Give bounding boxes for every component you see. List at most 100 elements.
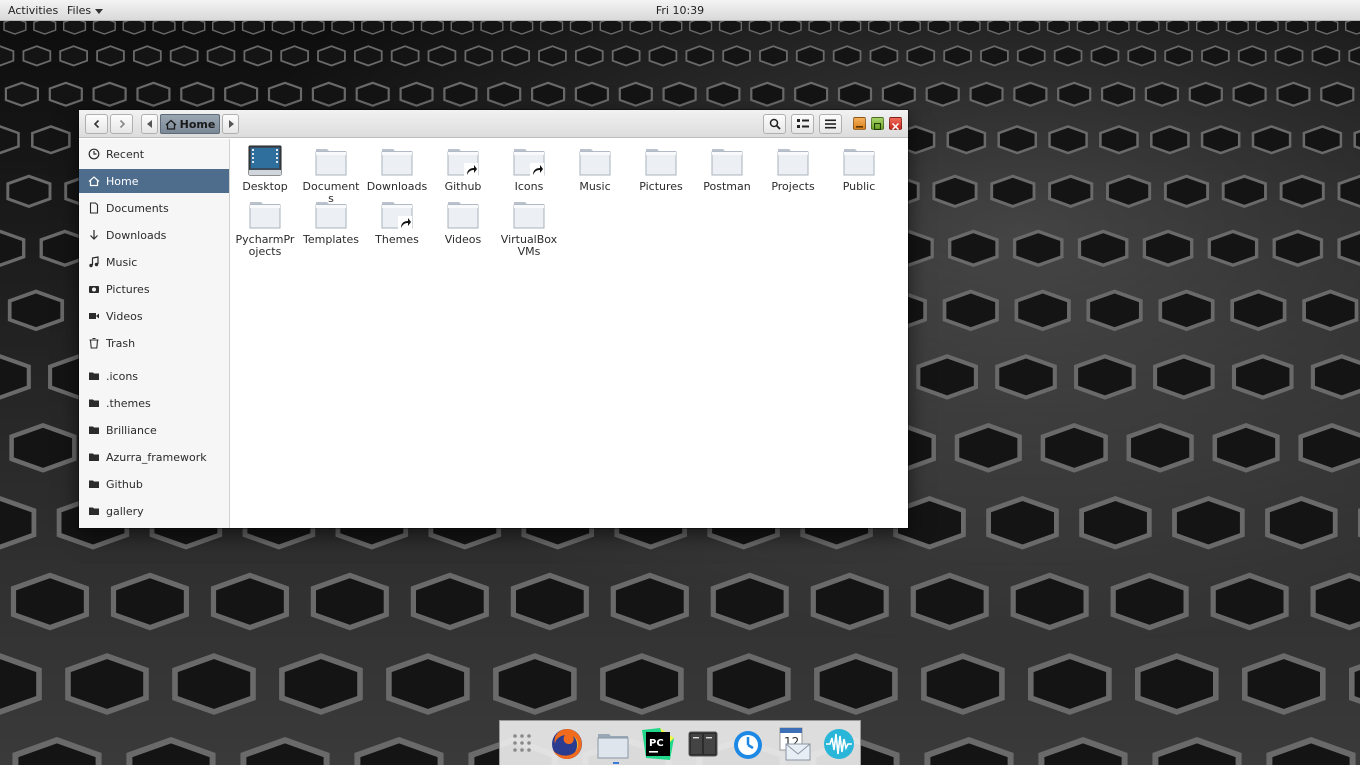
sidebar-item-pictures[interactable]: Pictures: [79, 277, 229, 301]
camera-icon: [88, 283, 100, 295]
minimize-button[interactable]: [853, 117, 866, 130]
sidebar-item-home[interactable]: Home: [79, 169, 229, 193]
folder-icon: [88, 451, 100, 463]
file-label: Icons: [514, 180, 544, 193]
file-item-desktop[interactable]: Desktop: [234, 144, 296, 193]
pycharm-icon[interactable]: PC: [640, 726, 676, 762]
path-scroll-right-button[interactable]: [222, 114, 239, 134]
terminal-icon[interactable]: [685, 726, 721, 762]
file-item-github[interactable]: Github: [432, 144, 494, 193]
sidebar-item-videos[interactable]: Videos: [79, 304, 229, 328]
folder-icon: [88, 478, 100, 490]
sidebar-item-label: Github: [106, 477, 143, 491]
hamburger-icon: [825, 119, 836, 129]
file-item-virtualbox-vms[interactable]: VirtualBox VMs: [498, 197, 560, 258]
timer-icon[interactable]: [730, 726, 766, 762]
sidebar-bookmark-themes[interactable]: .themes: [79, 391, 229, 415]
mail-calendar-icon[interactable]: 12: [776, 726, 812, 762]
maximize-icon: [873, 120, 882, 131]
chevron-left-icon: [93, 119, 99, 129]
file-item-icons[interactable]: Icons: [498, 144, 560, 193]
folder-icon: [446, 197, 480, 231]
folder-icon: [88, 370, 100, 382]
dock: PC 12: [499, 720, 861, 765]
sidebar-item-label: Videos: [106, 309, 143, 323]
file-label: Videos: [444, 233, 482, 246]
file-label: Downloads: [366, 180, 428, 193]
folder-icon: [644, 144, 678, 178]
files-icon[interactable]: [595, 726, 631, 762]
sidebar-item-label: Brilliance: [106, 423, 157, 437]
file-label: PycharmProjects: [235, 233, 295, 258]
sidebar-bookmark-brilliance[interactable]: Brilliance: [79, 418, 229, 442]
file-item-public[interactable]: Public: [828, 144, 890, 193]
music-icon: [88, 256, 100, 268]
audio-icon[interactable]: [821, 726, 857, 762]
search-button[interactable]: [763, 114, 786, 134]
sidebar-item-documents[interactable]: Documents: [79, 196, 229, 220]
sidebar-item-label: .icons: [106, 369, 139, 383]
firefox-icon[interactable]: [549, 726, 585, 762]
file-item-videos[interactable]: Videos: [432, 197, 494, 246]
folder-icon: [842, 144, 876, 178]
folder-link-icon: [512, 144, 546, 178]
apps-grid-icon[interactable]: [505, 726, 541, 762]
folder-link-icon: [380, 197, 414, 231]
breadcrumb-home[interactable]: Home: [160, 114, 220, 134]
sidebar-bookmark-icons[interactable]: .icons: [79, 364, 229, 388]
menu-button[interactable]: [819, 114, 842, 134]
file-label: Github: [444, 180, 482, 193]
list-view-icon: [796, 119, 809, 128]
sidebar-item-downloads[interactable]: Downloads: [79, 223, 229, 247]
file-manager-window: Home Recent Home Documents Downloads Music Pi…: [79, 110, 908, 528]
top-bar: Activities Files Fri 10:39: [0, 0, 1360, 21]
folder-icon: [380, 144, 414, 178]
triangle-left-icon: [146, 120, 152, 128]
forward-button[interactable]: [110, 114, 133, 134]
file-item-postman[interactable]: Postman: [696, 144, 758, 193]
sidebar-item-music[interactable]: Music: [79, 250, 229, 274]
svg-text:PC: PC: [649, 738, 664, 749]
file-label: Templates: [303, 233, 359, 246]
file-item-documents[interactable]: Documents: [300, 144, 362, 205]
clock[interactable]: Fri 10:39: [0, 4, 1360, 17]
search-icon: [769, 118, 781, 130]
sidebar-item-label: Pictures: [106, 282, 150, 296]
sidebar-bookmark-github[interactable]: Github: [79, 472, 229, 496]
sidebar-bookmark-azurra-framework[interactable]: Azurra_framework: [79, 445, 229, 469]
file-item-pycharmprojects[interactable]: PycharmProjects: [234, 197, 296, 258]
back-button[interactable]: [85, 114, 108, 134]
maximize-button[interactable]: [871, 117, 884, 131]
desktop-folder-icon: [248, 144, 282, 178]
close-button[interactable]: [889, 117, 902, 131]
folder-icon: [88, 424, 100, 436]
folder-icon: [314, 144, 348, 178]
sidebar-item-label: Home: [106, 174, 139, 188]
file-item-pictures[interactable]: Pictures: [630, 144, 692, 193]
folder-icon: [88, 505, 100, 517]
file-label: Postman: [703, 180, 751, 193]
minimize-icon: [856, 120, 863, 128]
file-item-templates[interactable]: Templates: [300, 197, 362, 246]
breadcrumb-home-label: Home: [179, 117, 216, 131]
file-item-music[interactable]: Music: [564, 144, 626, 193]
file-item-downloads[interactable]: Downloads: [366, 144, 428, 193]
sidebar-item-trash[interactable]: Trash: [79, 331, 229, 355]
path-scroll-left-button[interactable]: [141, 114, 158, 134]
sidebar-bookmark-gallery[interactable]: gallery: [79, 499, 229, 523]
folder-icon: [314, 197, 348, 231]
folder-link-icon: [446, 144, 480, 178]
file-item-themes[interactable]: Themes: [366, 197, 428, 246]
view-toggle-button[interactable]: [791, 114, 814, 134]
sidebar-item-label: Documents: [106, 201, 169, 215]
video-icon: [88, 310, 100, 322]
running-indicator: [613, 762, 619, 764]
file-label: Desktop: [242, 180, 288, 193]
sidebar-item-recent[interactable]: Recent: [79, 142, 229, 166]
file-label: Themes: [375, 233, 419, 246]
folder-icon: [710, 144, 744, 178]
sidebar-item-label: Recent: [106, 147, 145, 161]
file-item-projects[interactable]: Projects: [762, 144, 824, 193]
sidebar-item-label: Music: [106, 255, 138, 269]
chevron-right-icon: [119, 119, 125, 129]
